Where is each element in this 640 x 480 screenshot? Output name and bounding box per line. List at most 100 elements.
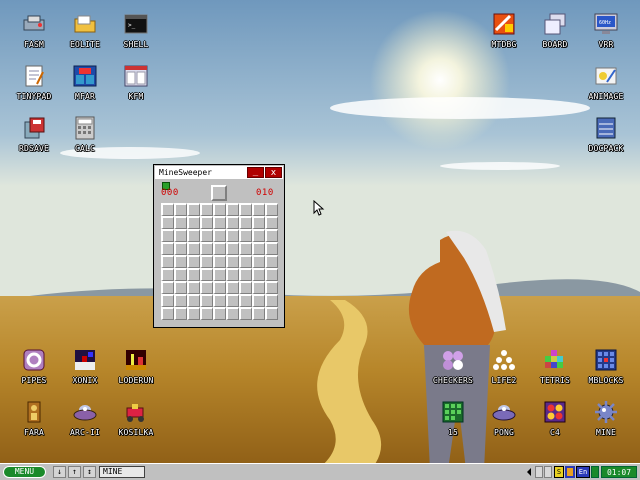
desktop-icon-mtdbg[interactable]: MTDBG (476, 12, 532, 60)
minefield-cell[interactable] (213, 229, 226, 242)
minefield-cell[interactable] (174, 281, 187, 294)
minefield-cell[interactable] (200, 294, 213, 307)
minefield-cell[interactable] (213, 281, 226, 294)
minefield-cell[interactable] (213, 268, 226, 281)
minefield-cell[interactable] (161, 242, 174, 255)
minefield-cell[interactable] (252, 242, 265, 255)
minefield-cell[interactable] (226, 268, 239, 281)
tray-item-1[interactable] (535, 466, 543, 478)
taskbar-up-button[interactable]: ↑ (68, 466, 81, 478)
desktop-icon-xonix[interactable]: XONIX (57, 348, 113, 396)
minefield-cell[interactable] (213, 294, 226, 307)
minefield-cell[interactable] (265, 229, 278, 242)
minefield-cell[interactable] (161, 203, 174, 216)
minefield-cell[interactable] (213, 216, 226, 229)
minefield-cell[interactable] (226, 242, 239, 255)
minefield-cell[interactable] (252, 216, 265, 229)
minefield-cell[interactable] (252, 255, 265, 268)
desktop-icon-animage[interactable]: ANIMAGE (578, 64, 634, 112)
tray-item-2[interactable] (544, 466, 552, 478)
minefield-cell[interactable] (174, 203, 187, 216)
minefield-cell[interactable] (226, 281, 239, 294)
minefield-cell[interactable] (226, 255, 239, 268)
minefield-cell[interactable] (187, 294, 200, 307)
desktop-icon-c4[interactable]: C4 (527, 400, 583, 448)
minefield-cell[interactable] (174, 242, 187, 255)
minefield-cell[interactable] (187, 281, 200, 294)
minefield-cell[interactable] (187, 229, 200, 242)
minefield-cell[interactable] (239, 242, 252, 255)
new-game-button[interactable] (211, 185, 227, 201)
desktop-icon-life2[interactable]: LIFE2 (476, 348, 532, 396)
minefield-cell[interactable] (239, 216, 252, 229)
tray-item-3[interactable] (591, 466, 599, 478)
minefield-cell[interactable] (187, 216, 200, 229)
minefield-cell[interactable] (200, 242, 213, 255)
taskbar-down-button[interactable]: ↓ (53, 466, 66, 478)
window-titlebar[interactable]: MineSweeper _ x (155, 166, 283, 179)
minefield-cell[interactable] (239, 268, 252, 281)
minefield-cell[interactable] (213, 203, 226, 216)
minefield-cell[interactable] (161, 307, 174, 320)
desktop-icon-fara[interactable]: FARA (6, 400, 62, 448)
minefield-cell[interactable] (226, 229, 239, 242)
desktop-icon-calc[interactable]: CALC (57, 116, 113, 164)
minefield-cell[interactable] (200, 307, 213, 320)
minefield-cell[interactable] (187, 268, 200, 281)
minefield-cell[interactable] (226, 203, 239, 216)
taskbar-updown-button[interactable]: ↕ (83, 466, 96, 478)
desktop-icon-rdsave[interactable]: RDSAVE (6, 116, 62, 164)
minefield-cell[interactable] (161, 268, 174, 281)
desktop-icon-loderun[interactable]: LODERUN (108, 348, 164, 396)
minefield-cell[interactable] (161, 229, 174, 242)
minefield-cell[interactable] (161, 294, 174, 307)
desktop-icon-tetris[interactable]: TETRIS (527, 348, 583, 396)
minefield-cell[interactable] (265, 281, 278, 294)
desktop-icon-mfar[interactable]: MFAR (57, 64, 113, 112)
minefield-cell[interactable] (239, 307, 252, 320)
minimize-button[interactable]: _ (247, 167, 264, 178)
desktop-icon-board[interactable]: BOARD (527, 12, 583, 60)
desktop-icon-mblocks[interactable]: MBLOCKS (578, 348, 634, 396)
minefield-cell[interactable] (265, 268, 278, 281)
minefield-cell[interactable] (252, 268, 265, 281)
minefield-cell[interactable] (239, 281, 252, 294)
minefield-cell[interactable] (252, 294, 265, 307)
desktop-icon-docpack[interactable]: DOCPACK (578, 116, 634, 164)
minesweeper-window[interactable]: MineSweeper _ x 000 010 (153, 164, 285, 328)
minefield-cell[interactable] (200, 229, 213, 242)
minefield-cell[interactable] (187, 242, 200, 255)
minefield-cell[interactable] (161, 255, 174, 268)
minefield-cell[interactable] (265, 255, 278, 268)
minefield-cell[interactable] (161, 216, 174, 229)
desktop-icon-fasm[interactable]: FASM (6, 12, 62, 60)
minefield-cell[interactable] (239, 229, 252, 242)
minefield-cell[interactable] (174, 307, 187, 320)
minefield-cell[interactable] (161, 281, 174, 294)
minefield-cell[interactable] (265, 216, 278, 229)
minefield-cell[interactable] (200, 216, 213, 229)
desktop-icon-pipes[interactable]: PIPES (6, 348, 62, 396)
minefield-cell[interactable] (265, 203, 278, 216)
minefield-cell[interactable] (174, 229, 187, 242)
desktop-icon-mine[interactable]: MINE (578, 400, 634, 448)
desktop-icon-arc-ii[interactable]: ARC-II (57, 400, 113, 448)
taskbar-item-mine[interactable]: MINE (99, 466, 145, 478)
minefield-cell[interactable] (174, 255, 187, 268)
desktop-icon-tinypad[interactable]: TINYPAD (6, 64, 62, 112)
minefield-grid[interactable] (161, 203, 278, 320)
desktop-icon-pong[interactable]: PONG (476, 400, 532, 448)
minefield-cell[interactable] (239, 203, 252, 216)
minefield-cell[interactable] (265, 242, 278, 255)
minefield-cell[interactable] (213, 307, 226, 320)
desktop-icon-checkers[interactable]: CHECKERS (425, 348, 481, 396)
minefield-cell[interactable] (200, 203, 213, 216)
minefield-cell[interactable] (213, 255, 226, 268)
tray-color-icon[interactable] (565, 466, 575, 478)
minefield-cell[interactable] (252, 281, 265, 294)
close-button[interactable]: x (265, 167, 282, 178)
minefield-cell[interactable] (239, 255, 252, 268)
desktop-icon-15[interactable]: 15 (425, 400, 481, 448)
tray-item-s[interactable]: S (554, 466, 564, 478)
minefield-cell[interactable] (226, 216, 239, 229)
